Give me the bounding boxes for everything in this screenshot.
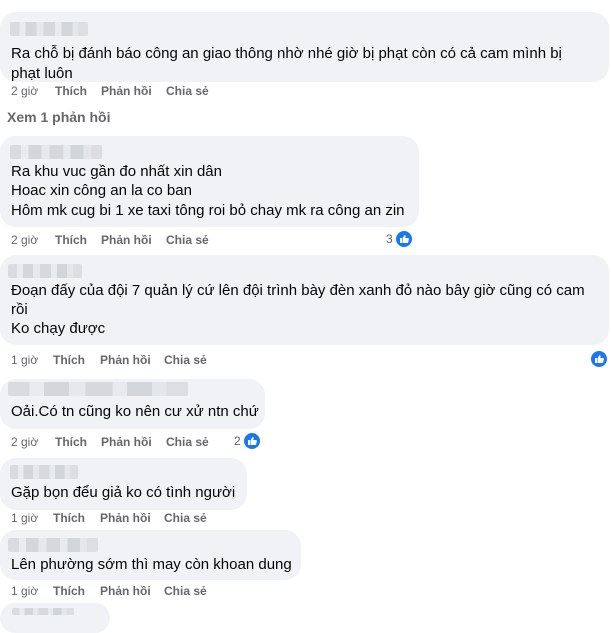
reply-button[interactable]: Phản hồi — [101, 84, 152, 98]
comment-actions: 1 giờ Thích Phản hồi Chia sẻ — [11, 353, 271, 369]
like-button[interactable]: Thích — [55, 435, 87, 449]
author-name-blurred[interactable] — [8, 538, 98, 552]
reaction-summary[interactable] — [588, 350, 608, 368]
reply-button[interactable]: Phản hồi — [101, 435, 152, 449]
share-button[interactable]: Chia sẻ — [164, 511, 207, 525]
author-name-blurred[interactable] — [10, 465, 78, 479]
comment-text: Gặp bọn đểu giả ko có tình người — [11, 484, 236, 501]
comment-actions: 1 giờ Thích Phản hồi Chia sẻ — [11, 511, 271, 527]
reply-button[interactable]: Phản hồi — [100, 353, 151, 367]
author-name-blurred[interactable] — [12, 608, 74, 615]
reply-button[interactable]: Phản hồi — [100, 511, 151, 525]
reaction-summary[interactable]: 2 — [234, 432, 261, 450]
comment-text: Ko chạy được — [11, 320, 106, 337]
share-button[interactable]: Chia sẻ — [166, 84, 209, 98]
comment-bubble — [0, 603, 110, 633]
share-button[interactable]: Chia sẻ — [164, 584, 207, 598]
author-name-blurred[interactable] — [10, 145, 102, 159]
share-button[interactable]: Chia sẻ — [166, 435, 209, 449]
like-button[interactable]: Thích — [53, 511, 85, 525]
comment-text: phạt luôn — [11, 65, 73, 82]
reply-button[interactable]: Phản hồi — [100, 584, 151, 598]
author-name-blurred[interactable] — [10, 22, 88, 36]
share-button[interactable]: Chia sẻ — [166, 233, 209, 247]
comment-actions: 1 giờ Thích Phản hồi Chia sẻ — [11, 584, 271, 600]
comment-text: Ra khu vuc gần đo nhất xin dân — [11, 163, 222, 180]
like-button[interactable]: Thích — [53, 584, 85, 598]
reaction-summary[interactable]: 3 — [386, 230, 413, 248]
like-button[interactable]: Thích — [55, 233, 87, 247]
reaction-count: 2 — [234, 434, 241, 448]
comment-bubble: Oải.Có tn cũng ko nên cư xử ntn chứ — [0, 379, 265, 429]
comment-actions: 2 giờ Thích Phản hồi Chia sẻ — [11, 233, 271, 249]
comment-bubble: Ra khu vuc gần đo nhất xin dân Hoac xin … — [0, 136, 419, 227]
comment-text: Đoạn đấy của đội 7 quản lý cứ lên đội tr… — [11, 282, 585, 299]
view-replies-link[interactable]: Xem 1 phản hồi — [7, 109, 110, 125]
comment-time[interactable]: 2 giờ — [11, 435, 38, 449]
reaction-count: 3 — [386, 232, 393, 246]
comment-actions: 2 giờ Thích Phản hồi Chia sẻ — [11, 84, 271, 100]
comment-time[interactable]: 1 giờ — [11, 353, 38, 367]
comment-text: Lên phường sớm thì may còn khoan dung — [11, 556, 292, 573]
comment-text: Oải.Có tn cũng ko nên cư xử ntn chứ — [11, 403, 259, 420]
author-name-blurred[interactable] — [8, 382, 188, 396]
comment-text: Ra chỗ bị đánh báo công an giao thông nh… — [11, 45, 562, 62]
comment-bubble: Đoạn đấy của đội 7 quản lý cứ lên đội tr… — [0, 255, 609, 345]
like-thumbs-up-icon — [394, 230, 413, 248]
comment-bubble: Lên phường sớm thì may còn khoan dung — [0, 530, 301, 580]
comment-time[interactable]: 1 giờ — [11, 511, 38, 525]
comment-text: Hoac xin công an la co ban — [11, 182, 192, 199]
reply-button[interactable]: Phản hồi — [101, 233, 152, 247]
like-button[interactable]: Thích — [53, 353, 85, 367]
comment-bubble: Ra chỗ bị đánh báo công an giao thông nh… — [0, 12, 609, 82]
comment-time[interactable]: 1 giờ — [11, 584, 38, 598]
like-thumbs-up-icon — [242, 432, 261, 450]
share-button[interactable]: Chia sẻ — [164, 353, 207, 367]
comment-time[interactable]: 2 giờ — [11, 84, 38, 98]
like-button[interactable]: Thích — [55, 84, 87, 98]
comment-text: Hôm mk cug bi 1 xe taxi tông roi bỏ chay… — [11, 202, 405, 219]
comment-actions: 2 giờ Thích Phản hồi Chia sẻ — [11, 435, 271, 451]
author-name-blurred[interactable] — [8, 264, 82, 278]
comment-time[interactable]: 2 giờ — [11, 233, 38, 247]
comment-text: rồi — [11, 301, 28, 318]
comment-bubble: Gặp bọn đểu giả ko có tình người — [0, 458, 247, 510]
like-thumbs-up-icon — [590, 350, 608, 368]
